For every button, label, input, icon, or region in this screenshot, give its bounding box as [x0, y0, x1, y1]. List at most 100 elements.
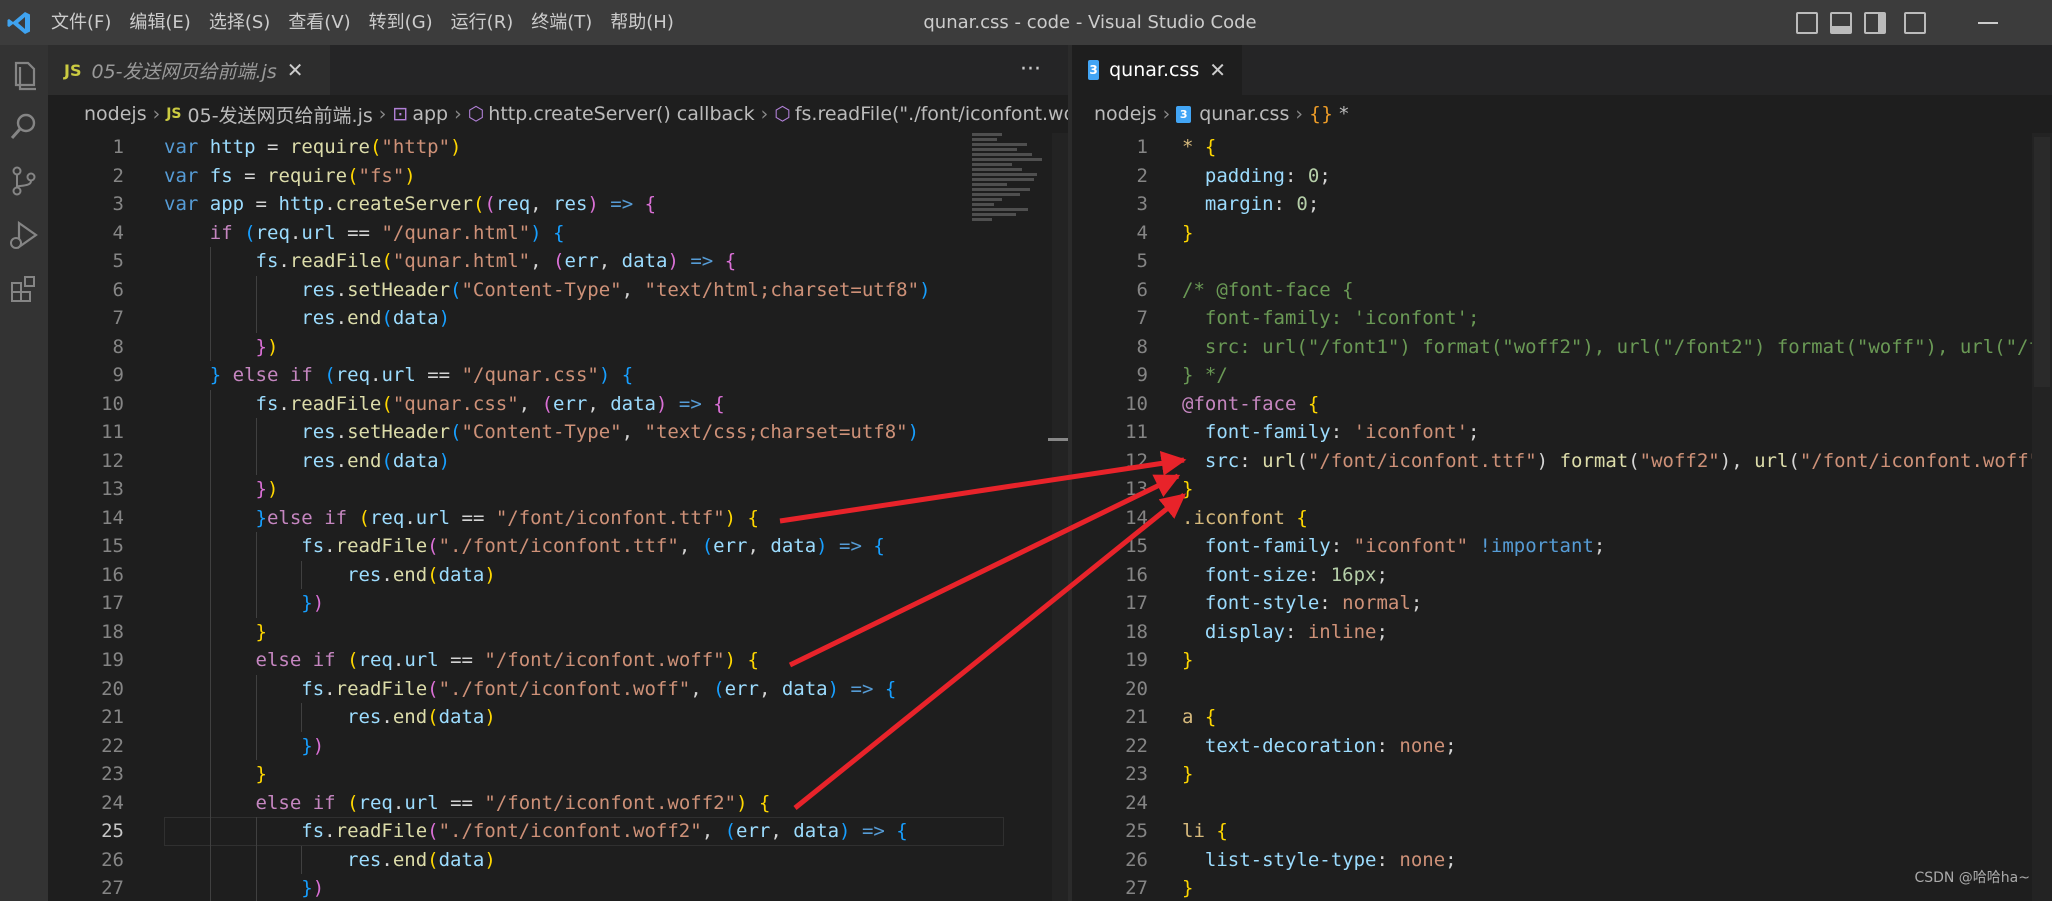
tab-js-file[interactable]: JS 05-发送网页给前端.js ✕: [48, 45, 330, 95]
code-line[interactable]: 9 } else if (req.url == "/qunar.css") {: [48, 361, 1068, 390]
code-line[interactable]: 15 fs.readFile("./font/iconfont.ttf", (e…: [48, 532, 1068, 561]
code-line[interactable]: 11 font-family: 'iconfont';: [1072, 418, 2052, 447]
code-token: ,: [587, 392, 611, 415]
code-line[interactable]: 26 list-style-type: none;: [1072, 846, 2052, 875]
vertical-scrollbar[interactable]: [1052, 133, 1068, 901]
breadcrumb-symbol-readfile[interactable]: fs.readFile("./font/iconfont.woff: [795, 103, 1068, 125]
breadcrumb-folder[interactable]: nodejs: [84, 103, 147, 125]
scrollbar-thumb[interactable]: [2034, 137, 2050, 387]
close-icon[interactable]: ✕: [1209, 58, 1226, 82]
breadcrumb-file[interactable]: 05-发送网页给前端.js: [188, 101, 373, 128]
code-line[interactable]: 21 a {: [1072, 703, 2052, 732]
code-line[interactable]: 21 res.end(data): [48, 703, 1068, 732]
code-line[interactable]: 15 font-family: "iconfont" !important;: [1072, 532, 2052, 561]
menu-item[interactable]: 转到(G): [360, 0, 442, 45]
minimize-window-icon[interactable]: [1978, 22, 1998, 24]
code-line[interactable]: 23 }: [48, 760, 1068, 789]
toggle-secondary-sidebar-icon[interactable]: [1864, 12, 1886, 34]
code-line[interactable]: 10 @font-face {: [1072, 390, 2052, 419]
code-line[interactable]: 23}: [1072, 760, 2052, 789]
extensions-icon[interactable]: [6, 271, 42, 307]
code-line[interactable]: 8 src: url("/font1") format("woff2"), ur…: [1072, 333, 2052, 362]
menu-item[interactable]: 帮助(H): [601, 0, 683, 45]
run-debug-icon[interactable]: [6, 217, 42, 253]
code-line[interactable]: 25 fs.readFile("./font/iconfont.woff2", …: [48, 817, 1068, 846]
breadcrumb-symbol-app[interactable]: app: [412, 103, 448, 125]
code-line[interactable]: 5: [1072, 247, 2052, 276]
vscode-logo-icon[interactable]: [6, 10, 32, 36]
code-line[interactable]: 27 }): [48, 874, 1068, 901]
code-line[interactable]: 3 var app = http.createServer((req, res) …: [48, 190, 1068, 219]
code-line[interactable]: 18 }: [48, 618, 1068, 647]
menu-item[interactable]: 编辑(E): [120, 0, 199, 45]
code-line[interactable]: 12 res.end(data): [48, 447, 1068, 476]
code-line[interactable]: 27}: [1072, 874, 2052, 901]
code-line[interactable]: 24 else if (req.url == "/font/iconfont.w…: [48, 789, 1068, 818]
code-line[interactable]: 17 font-style: normal;: [1072, 589, 2052, 618]
code-line[interactable]: 9} */: [1072, 361, 2052, 390]
code-line[interactable]: 4}: [1072, 219, 2052, 248]
code-line[interactable]: 4 if (req.url == "/qunar.html") {: [48, 219, 1068, 248]
tab-css-file[interactable]: 3 qunar.css ✕: [1072, 45, 1242, 95]
code-token: fs: [255, 250, 279, 272]
code-line[interactable]: 7 res.end(data): [48, 304, 1068, 333]
code-line[interactable]: 14 }else if (req.url == "/font/iconfont.…: [48, 504, 1068, 533]
code-token: "/font/iconfont.woff": [1799, 449, 2041, 472]
code-line[interactable]: 6 /* @font-face {: [1072, 276, 2052, 305]
code-line[interactable]: 13 }): [48, 475, 1068, 504]
code-line[interactable]: 8 }): [48, 333, 1068, 362]
toggle-panel-icon[interactable]: [1830, 12, 1852, 34]
menu-item[interactable]: 运行(R): [442, 0, 523, 45]
code-editor-css[interactable]: 1 * {2 padding: 0; 3 margin: 0; 4} 5 6/* @fon…: [1072, 133, 2052, 901]
code-line[interactable]: 3 margin: 0;: [1072, 190, 2052, 219]
code-token: 16px: [1330, 563, 1377, 586]
code-line[interactable]: 13}: [1072, 475, 2052, 504]
search-icon[interactable]: [6, 109, 42, 145]
code-line[interactable]: 24: [1072, 789, 2052, 818]
minimap[interactable]: [972, 133, 1052, 233]
code-line[interactable]: 16 font-size: 16px;: [1072, 561, 2052, 590]
code-line[interactable]: 20: [1072, 675, 2052, 704]
code-line[interactable]: 6 res.setHeader("Content-Type", "text/ht…: [48, 276, 1068, 305]
code-line[interactable]: 1 * {: [1072, 133, 2052, 162]
code-line[interactable]: 26 res.end(data): [48, 846, 1068, 875]
code-line[interactable]: 2 var fs = require("fs"): [48, 162, 1068, 191]
code-line[interactable]: 25 li {: [1072, 817, 2052, 846]
breadcrumb-folder[interactable]: nodejs: [1094, 103, 1157, 125]
code-line[interactable]: 19}: [1072, 646, 2052, 675]
source-control-icon[interactable]: [6, 163, 42, 199]
menu-item[interactable]: 选择(S): [200, 0, 279, 45]
more-actions-icon[interactable]: ···: [1020, 45, 1041, 95]
code-line[interactable]: 1 var http = require("http"): [48, 133, 1068, 162]
breadcrumb-symbol-callback[interactable]: http.createServer() callback: [488, 103, 754, 125]
code-token: (: [701, 535, 714, 557]
code-line[interactable]: 12 src: url("/font/iconfont.ttf") format…: [1072, 447, 2052, 476]
code-line[interactable]: 10 fs.readFile("qunar.css", (err, data) …: [48, 390, 1068, 419]
code-line[interactable]: 16 res.end(data): [48, 561, 1068, 590]
code-line[interactable]: 5 fs.readFile("qunar.html", (err, data) …: [48, 247, 1068, 276]
code-line[interactable]: 11 res.setHeader("Content-Type", "text/c…: [48, 418, 1068, 447]
breadcrumb-symbol-selector[interactable]: *: [1339, 103, 1349, 125]
code-line[interactable]: 18 display: inline;: [1072, 618, 2052, 647]
close-icon[interactable]: ✕: [287, 58, 304, 82]
code-line[interactable]: 2 padding: 0;: [1072, 162, 2052, 191]
code-line[interactable]: 20 fs.readFile("./font/iconfont.woff", (…: [48, 675, 1068, 704]
code-line[interactable]: 17 }): [48, 589, 1068, 618]
menu-item[interactable]: 查看(V): [279, 0, 359, 45]
menu-item[interactable]: 文件(F): [42, 0, 120, 45]
code-line[interactable]: 14 .iconfont {: [1072, 504, 2052, 533]
toggle-sidebar-icon[interactable]: [1796, 12, 1818, 34]
code-line[interactable]: 7 font-family: 'iconfont';: [1072, 304, 2052, 333]
customize-layout-icon[interactable]: [1904, 12, 1926, 34]
code-line[interactable]: 19 else if (req.url == "/font/iconfont.w…: [48, 646, 1068, 675]
explorer-icon[interactable]: [6, 57, 42, 93]
code-line[interactable]: 22 text-decoration: none;: [1072, 732, 2052, 761]
code-editor-js[interactable]: 1 var http = require("http") 2 var fs = req…: [48, 133, 1068, 901]
code-line[interactable]: 22 }): [48, 732, 1068, 761]
menu-item[interactable]: 终端(T): [522, 0, 601, 45]
breadcrumb-file[interactable]: qunar.css: [1199, 103, 1289, 125]
